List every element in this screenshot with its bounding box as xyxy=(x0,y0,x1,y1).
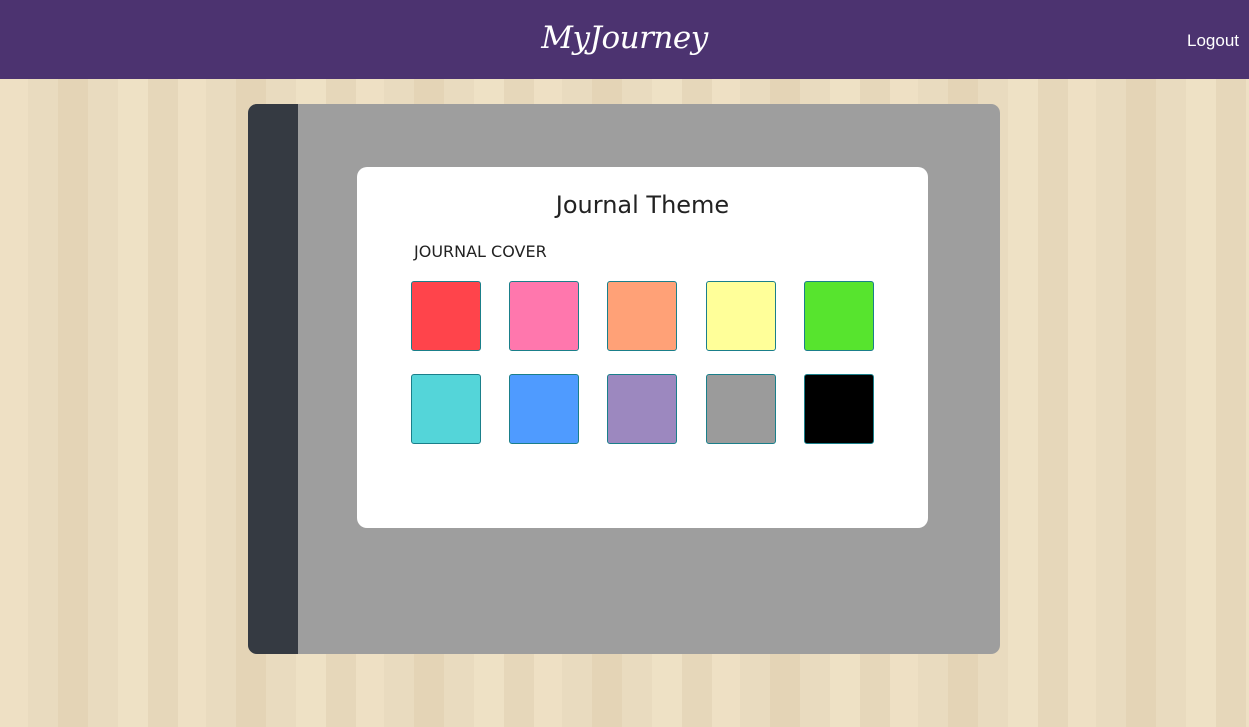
color-swatch-blue[interactable] xyxy=(509,374,579,444)
top-navbar: MyJourney Logout xyxy=(0,0,1249,79)
journal-book: Journal Theme JOURNAL COVER xyxy=(248,104,1000,654)
color-swatch-purple[interactable] xyxy=(607,374,677,444)
theme-panel: Journal Theme JOURNAL COVER xyxy=(357,167,928,528)
logout-link[interactable]: Logout xyxy=(1187,30,1239,52)
color-swatch-orange[interactable] xyxy=(607,281,677,351)
color-swatch-pink[interactable] xyxy=(509,281,579,351)
panel-title: Journal Theme xyxy=(555,191,730,219)
color-swatch-teal[interactable] xyxy=(411,374,481,444)
color-swatch-gray[interactable] xyxy=(706,374,776,444)
cover-section-label: JOURNAL COVER xyxy=(414,242,547,261)
color-swatch-green[interactable] xyxy=(804,281,874,351)
journal-spine xyxy=(248,104,298,654)
app-logo[interactable]: MyJourney xyxy=(0,18,1249,58)
color-swatch-black[interactable] xyxy=(804,374,874,444)
color-swatch-red[interactable] xyxy=(411,281,481,351)
color-swatch-yellow[interactable] xyxy=(706,281,776,351)
